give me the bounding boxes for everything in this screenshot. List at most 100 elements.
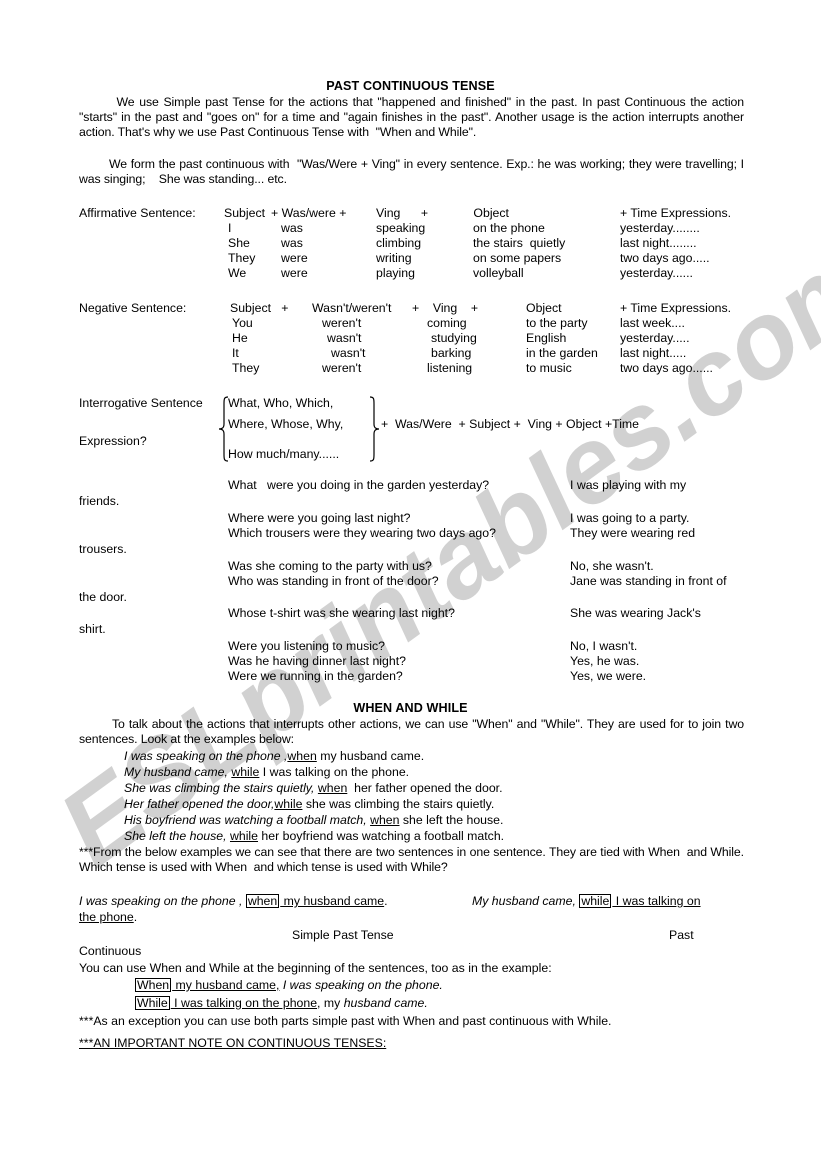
negative-header-time: + Time Expressions. <box>620 301 732 315</box>
affirmative-ving-1: climbing <box>376 236 422 250</box>
affirmative-subject-0: I <box>228 221 232 235</box>
affirmative-aux-3: were <box>281 266 308 280</box>
interrogative-label-line1: Interrogative Sentence <box>79 396 203 410</box>
beginning-example-1-italic: husband came. <box>343 996 428 1010</box>
negative-header-aux: Wasn't/weren't <box>312 301 392 315</box>
negative-subject-3: They <box>232 361 260 375</box>
example-rest-4: she left the house. <box>399 813 504 827</box>
affirmative-header-ving: Ving + <box>376 206 429 220</box>
boxed-left-italic: I was speaking on the phone , <box>79 894 243 908</box>
negative-label: Negative Sentence: <box>79 301 187 315</box>
affirmative-aux-2: were <box>281 251 308 265</box>
affirmative-ving-3: playing <box>376 266 415 280</box>
negative-subject-2: It <box>232 346 239 360</box>
qa-answer-3-0: She was wearing Jack's <box>570 606 701 620</box>
negative-object-0: to the party <box>526 316 588 330</box>
boxed-left-tail: . <box>384 894 388 908</box>
negative-subject-1: He <box>232 331 248 345</box>
beginning-example-0-italic: I was speaking on the phone. <box>279 978 443 992</box>
affirmative-object-0: on the phone <box>473 221 545 235</box>
qa-question-3-0: Whose t-shirt was she wearing last night… <box>228 606 455 620</box>
negative-subject-0: You <box>232 316 253 330</box>
label-simple-past-tense: Simple Past Tense <box>292 928 394 942</box>
boxed-right-italic: My husband came, <box>472 894 576 908</box>
beginning-intro: You can use When and While at the beginn… <box>79 961 552 975</box>
affirmative-subject-2: They <box>228 251 256 265</box>
qa-question-4-0: Were you listening to music? <box>228 639 385 653</box>
whenwhile-title: WHEN AND WHILE <box>353 701 468 715</box>
negative-aux-2: wasn't <box>331 346 366 360</box>
beginning-example-1-plain: , my <box>317 996 344 1010</box>
negative-ving-2: barking <box>431 346 472 360</box>
qa-overflow-0-0: friends. <box>79 494 120 508</box>
qa-question-1-0: Where were you going last night? <box>228 511 411 525</box>
example-rest-3: she was climbing the stairs quietly. <box>302 797 495 811</box>
qa-answer-1-1: They were wearing red <box>570 526 696 540</box>
qa-question-1-1: Which trousers were they wearing two day… <box>228 526 496 540</box>
example-rest-1: I was talking on the phone. <box>259 765 410 779</box>
whenwhile-note: ***From the below examples we can see th… <box>79 845 748 875</box>
negative-header-object: Object <box>526 301 562 315</box>
whenwhile-example-3: Her father opened the door,while she was… <box>124 797 494 812</box>
boxed-keyword-When-capital: When <box>135 978 172 992</box>
example-italic-2: She was climbing the stairs quietly, <box>124 781 315 795</box>
qa-answer-4-1: Yes, he was. <box>570 654 640 668</box>
boxed-keyword-when: when <box>245 894 280 908</box>
whenwhile-example-1: My husband came, while I was talking on … <box>124 765 409 780</box>
example-italic-5: She left the house, <box>124 829 227 843</box>
affirmative-subject-1: She <box>228 236 250 250</box>
negative-header-subject: Subject + <box>230 301 289 315</box>
affirmative-ving-0: speaking <box>376 221 426 235</box>
affirmative-header-subject: Subject <box>224 206 266 220</box>
negative-ving-3: listening <box>427 361 473 375</box>
negative-time-2: last night..... <box>620 346 687 360</box>
boxed-left-sentence: I was speaking on the phone , when my hu… <box>79 894 388 909</box>
example-keyword-2: when <box>317 781 348 795</box>
label-continuous: Continuous <box>79 944 142 958</box>
example-keyword-5: while <box>229 829 259 843</box>
affirmative-aux-1: was <box>281 236 303 250</box>
example-rest-2: her father opened the door. <box>347 781 503 795</box>
whenwhile-intro: To talk about the actions that interrupt… <box>79 717 748 747</box>
qa-question-0-0: What were you doing in the garden yester… <box>228 478 490 492</box>
negative-header-ving: + Ving + <box>412 301 479 315</box>
qa-overflow-1-1: trousers. <box>79 542 127 556</box>
affirmative-time-1: last night........ <box>620 236 697 250</box>
affirmative-time-0: yesterday........ <box>620 221 700 235</box>
negative-ving-0: coming <box>427 316 467 330</box>
negative-time-3: two days ago...... <box>620 361 713 375</box>
qa-answer-1-0: I was going to a party. <box>570 511 690 525</box>
affirmative-ving-2: writing <box>376 251 412 265</box>
example-rest-5: her boyfriend was watching a football ma… <box>258 829 505 843</box>
example-italic-0: I was speaking on the phone , <box>124 749 288 763</box>
boxed-right-sentence: My husband came, while I was talking on <box>472 894 701 909</box>
example-italic-3: Her father opened the door, <box>124 797 275 811</box>
page-title: PAST CONTINUOUS TENSE <box>326 79 495 93</box>
qa-answer-0-0: I was playing with my <box>570 478 687 492</box>
negative-aux-0: weren't <box>322 316 362 330</box>
interrogative-item-2: How much/many...... <box>228 447 340 461</box>
beginning-exception: ***As an exception you can use both part… <box>79 1014 612 1028</box>
example-keyword-0: when <box>287 749 317 763</box>
affirmative-object-2: on some papers <box>473 251 562 265</box>
affirmative-time-3: yesterday...... <box>620 266 693 280</box>
whenwhile-example-0: I was speaking on the phone ,when my hus… <box>124 749 424 764</box>
example-italic-1: My husband came, <box>124 765 228 779</box>
affirmative-header-object: Object <box>470 206 509 220</box>
boxed-left-wrap-tail: . <box>133 910 138 924</box>
affirmative-subject-3: We <box>228 266 247 280</box>
boxed-left-wrap: the phone. <box>79 910 137 925</box>
negative-aux-3: weren't <box>322 361 362 375</box>
qa-answer-2-0: No, she wasn't. <box>570 559 654 573</box>
right-curly-brace <box>368 396 382 462</box>
interrogative-label-line2: Expression? <box>79 434 147 448</box>
example-italic-4: His boyfriend was watching a football ma… <box>124 813 367 827</box>
affirmative-time-2: two days ago..... <box>620 251 710 265</box>
interrogative-formula: + Was/Were + Subject + Ving + Object +Ti… <box>381 417 640 431</box>
beginning-example-1-underlined: I was talking on the phone <box>170 996 318 1010</box>
qa-overflow-3-0: shirt. <box>79 622 106 636</box>
affirmative-label: Affirmative Sentence: <box>79 206 196 220</box>
negative-aux-1: wasn't <box>327 331 362 345</box>
affirmative-object-1: the stairs quietly <box>473 236 566 250</box>
affirmative-header-time: + Time Expressions. <box>620 206 732 220</box>
